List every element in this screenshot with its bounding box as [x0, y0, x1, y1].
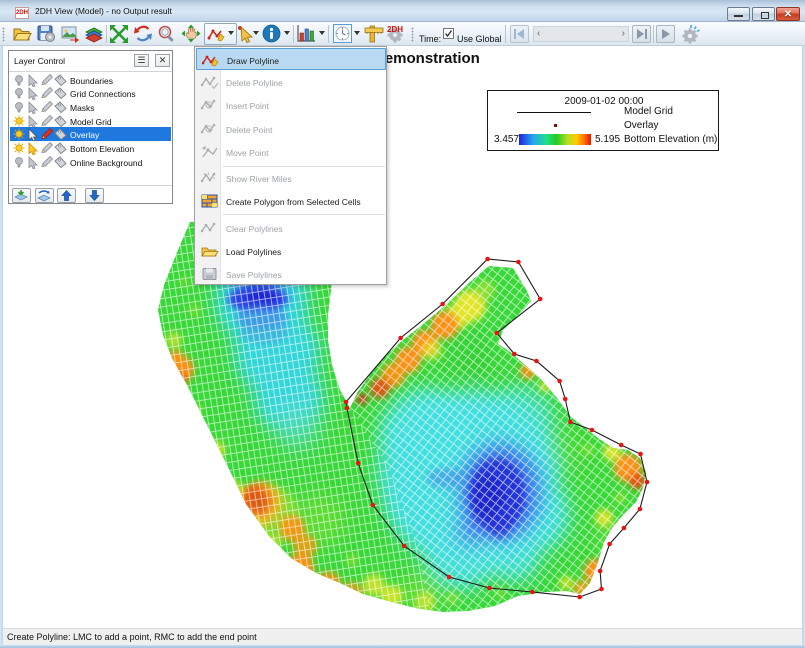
svg-text:2DH: 2DH	[387, 25, 403, 34]
